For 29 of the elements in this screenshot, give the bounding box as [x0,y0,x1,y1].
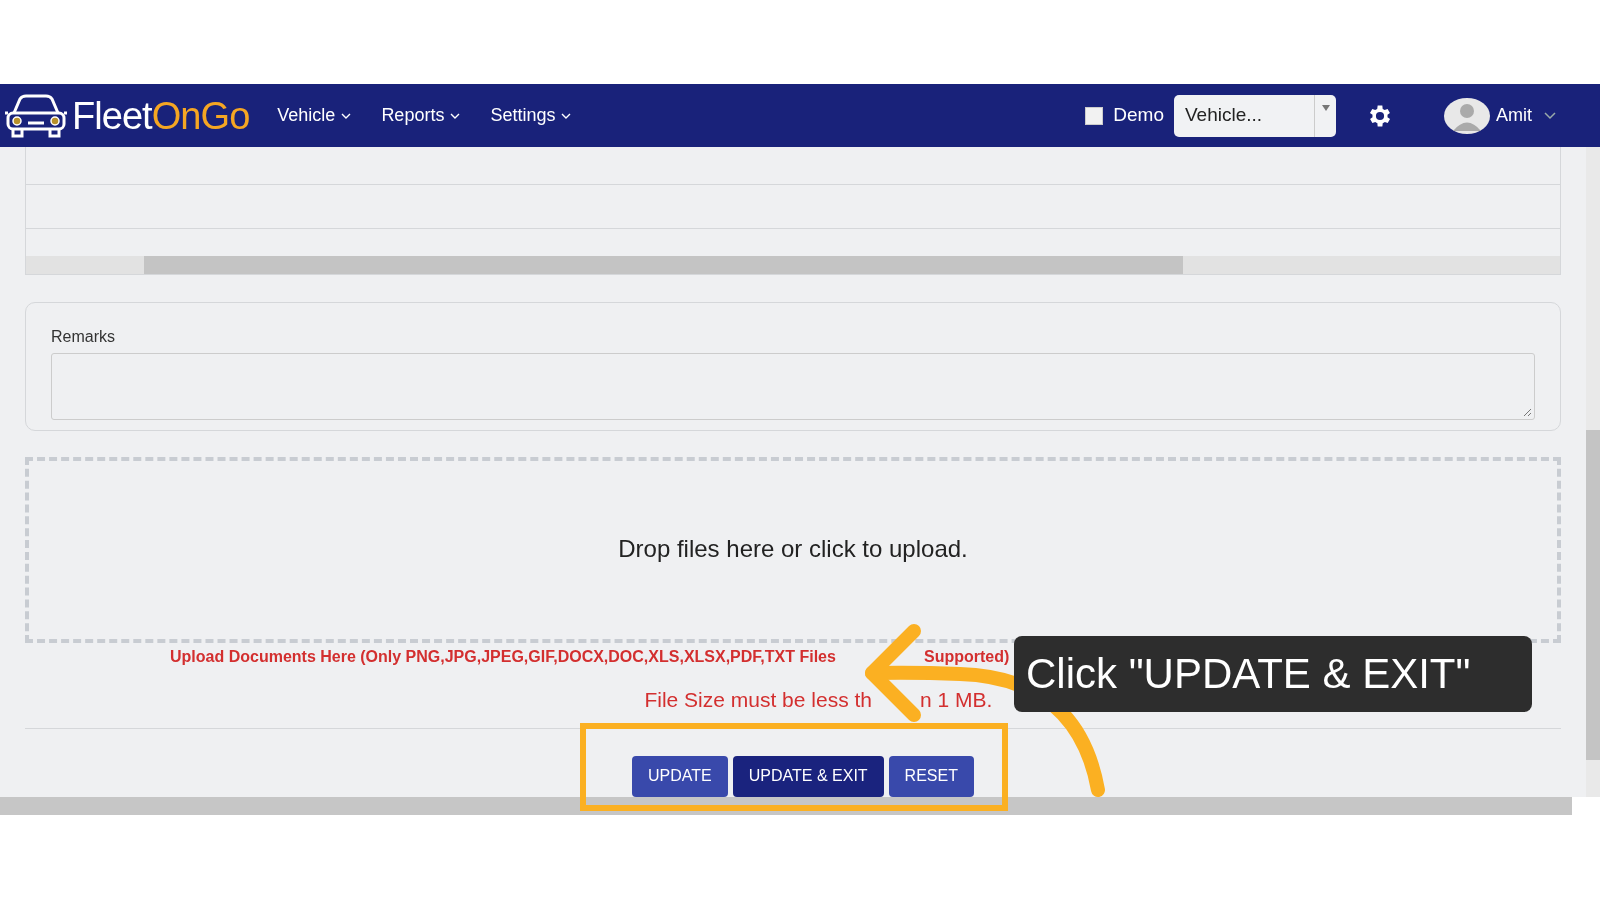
action-button[interactable]: UPDATE [632,755,728,797]
resize-icon [1523,408,1532,417]
action-button[interactable]: RESET [888,755,974,797]
size-note: File Size must be less th [644,687,872,713]
size-note: n 1 MB. [920,687,993,713]
nav-menu-item[interactable]: Settings [490,102,572,129]
horizontal-scrollbar[interactable] [26,256,1560,274]
callout: Click "UPDATE & EXIT" [1014,636,1532,712]
user-name[interactable]: Amit [1496,102,1532,129]
upload-note: Supported) [924,647,1010,667]
chevron-down-icon [341,112,352,119]
upload-note: Upload Documents Here (Only PNG,JPG,JPEG,GIF,DOCX,DOC,XLS,XLSX,PDF,TXT Files [170,648,836,665]
logo-text: FleetOnGo [72,96,250,135]
chevron-down-icon [450,112,461,119]
chevron-down-icon [561,112,572,119]
nav-menu-item[interactable]: Reports [381,102,461,129]
vertical-scrollbar[interactable] [1586,147,1600,797]
demo-label: Demo [1113,103,1164,128]
nav-menu-item[interactable]: Vehicle [277,102,352,129]
vehicle-select[interactable]: Vehicle... [1174,94,1336,137]
avatar-icon[interactable] [1444,97,1490,134]
caret-icon [1321,104,1330,111]
car-icon [4,92,68,139]
chevron-down-icon [1544,111,1556,120]
field-label: Remarks [51,327,116,347]
demo-checkbox[interactable] [1085,106,1104,125]
remarks-input[interactable] [51,353,1535,420]
horizontal-scrollbar[interactable] [0,797,1572,815]
action-button[interactable]: UPDATE & EXIT [732,755,884,797]
